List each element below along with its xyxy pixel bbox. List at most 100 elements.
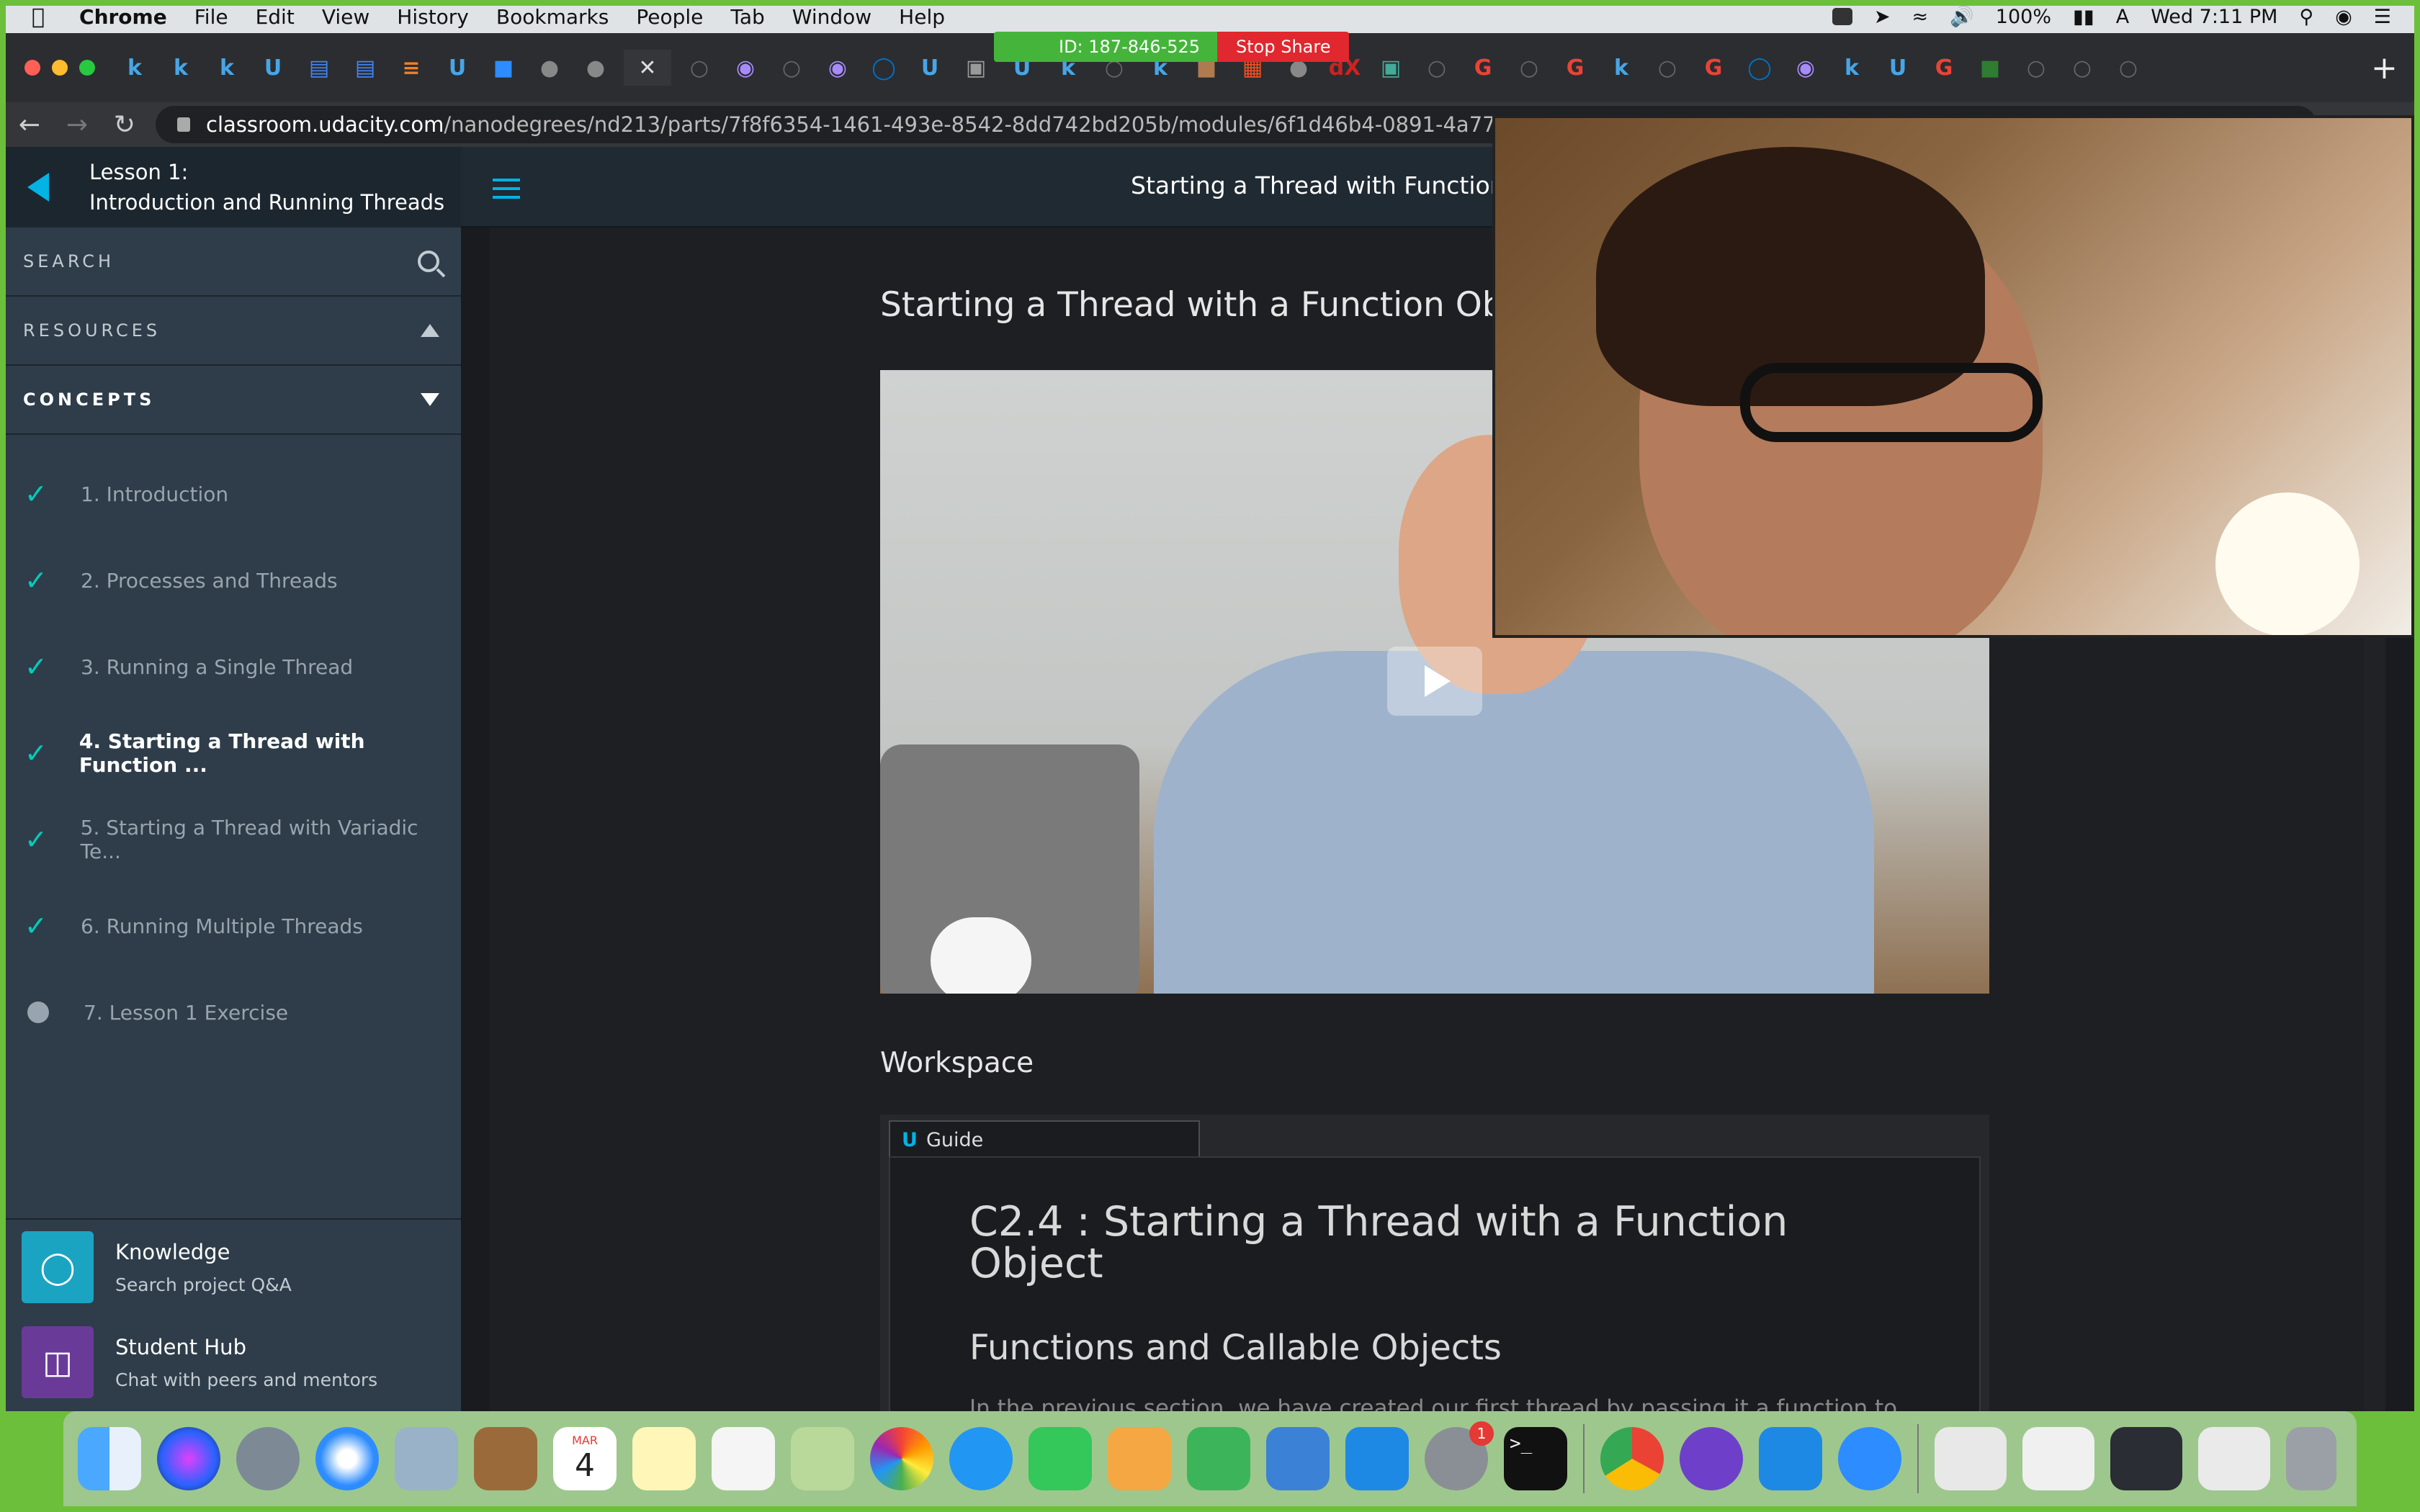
zoom-window-button[interactable] — [79, 60, 95, 76]
menu-people[interactable]: People — [636, 5, 703, 29]
minimized-window-thumbnail[interactable] — [2110, 1427, 2182, 1490]
preview-icon[interactable] — [395, 1427, 458, 1490]
pages-icon[interactable] — [1108, 1427, 1171, 1490]
zoom-status-icon[interactable] — [1832, 8, 1852, 25]
tab-stackoverflow-icon[interactable]: ≡ — [393, 50, 429, 86]
webcam-video-overlay[interactable] — [1492, 115, 2414, 638]
concept-item[interactable]: ✓ 1. Introduction — [6, 451, 461, 537]
concept-item[interactable]: 7. Lesson 1 Exercise — [6, 969, 461, 1056]
tab-khan-icon[interactable]: k — [1603, 50, 1639, 86]
stop-share-button[interactable]: Stop Share — [1217, 32, 1350, 62]
minimized-window-thumbnail[interactable] — [2022, 1427, 2094, 1490]
numbers-icon[interactable] — [1187, 1427, 1250, 1490]
tab-udacity-icon[interactable]: U — [1880, 50, 1916, 86]
tab-github-icon[interactable]: ○ — [1419, 50, 1455, 86]
reminders-icon[interactable] — [712, 1427, 775, 1490]
concept-item[interactable]: ✓ 6. Running Multiple Threads — [6, 883, 461, 969]
menu-help[interactable]: Help — [899, 5, 945, 29]
location-icon[interactable]: ➤ — [1874, 6, 1891, 28]
play-button[interactable] — [1387, 647, 1482, 716]
concept-item[interactable]: ✓ 5. Starting a Thread with Variadic Te.… — [6, 796, 461, 883]
new-tab-button[interactable]: + — [2371, 50, 2398, 86]
student-hub-link[interactable]: ◫ Student Hub Chat with peers and mentor… — [6, 1315, 461, 1410]
concept-item[interactable]: ✓ 3. Running a Single Thread — [6, 624, 461, 710]
expand-down-icon[interactable] — [421, 393, 439, 406]
tab-globe-icon[interactable]: ● — [532, 50, 568, 86]
back-arrow-icon[interactable] — [27, 173, 49, 202]
tab-github-icon[interactable]: ○ — [2018, 50, 2054, 86]
menu-window[interactable]: Window — [792, 5, 871, 29]
guide-tab[interactable]: U Guide — [889, 1120, 1200, 1158]
tab-circle-icon[interactable]: ◉ — [820, 50, 856, 86]
siri-icon[interactable] — [157, 1427, 220, 1490]
tab-circle-icon[interactable]: ◉ — [727, 50, 763, 86]
tab-docs-icon[interactable]: ▤ — [301, 50, 337, 86]
tab-github-icon[interactable]: ○ — [1511, 50, 1547, 86]
tab-google-icon[interactable]: G — [1695, 50, 1731, 86]
menu-chrome[interactable]: Chrome — [79, 5, 167, 29]
knowledge-link[interactable]: ◯ Knowledge Search project Q&A — [6, 1220, 461, 1315]
menu-file[interactable]: File — [194, 5, 228, 29]
contacts-icon[interactable] — [474, 1427, 537, 1490]
tab-udacity-icon[interactable]: U — [439, 50, 475, 86]
volume-icon[interactable]: 🔊 — [1950, 5, 1974, 28]
minimized-window-thumbnail[interactable] — [2198, 1427, 2270, 1490]
lesson-header[interactable]: Lesson 1: Introduction and Running Threa… — [6, 147, 461, 228]
tab-globe-icon[interactable]: ● — [578, 50, 614, 86]
notification-center-icon[interactable]: ☰ — [2374, 6, 2391, 28]
tab-khan-icon[interactable]: k — [1834, 50, 1870, 86]
tab-khan-icon[interactable]: k — [209, 50, 245, 86]
siri-icon[interactable]: ◉ — [2335, 6, 2352, 28]
tab-google-icon[interactable]: G — [1557, 50, 1593, 86]
tab-github-icon[interactable]: ○ — [1649, 50, 1685, 86]
concept-item-active[interactable]: ✓ 4. Starting a Thread with Function ... — [6, 710, 461, 796]
hamburger-menu-icon[interactable] — [493, 179, 520, 204]
input-source-icon[interactable]: A — [2116, 6, 2129, 28]
apple-icon[interactable]:  — [32, 4, 45, 30]
tab-generic-icon[interactable]: ▣ — [958, 50, 994, 86]
app-store-icon[interactable] — [1345, 1427, 1409, 1490]
terminal-icon[interactable]: >_ — [1504, 1427, 1567, 1490]
search-icon[interactable] — [418, 251, 439, 272]
tab-generic-icon[interactable]: ▣ — [1373, 50, 1409, 86]
sidebar-resources[interactable]: RESOURCES — [6, 297, 461, 366]
launchpad-icon[interactable] — [236, 1427, 300, 1490]
tab-docs-icon[interactable]: ▤ — [347, 50, 383, 86]
menu-bookmarks[interactable]: Bookmarks — [496, 5, 609, 29]
trash-icon[interactable] — [2286, 1427, 2336, 1490]
tab-google-icon[interactable]: G — [1926, 50, 1962, 86]
system-preferences-icon[interactable]: 1 — [1425, 1421, 1494, 1490]
tab-khan-icon[interactable]: k — [163, 50, 199, 86]
tab-intel-icon[interactable]: ◯ — [866, 50, 902, 86]
tab-udacity-icon[interactable]: U — [255, 50, 291, 86]
keynote-icon[interactable] — [1266, 1427, 1330, 1490]
finder-icon[interactable] — [78, 1427, 141, 1490]
chrome-icon[interactable] — [1600, 1427, 1664, 1490]
sidebar-search[interactable]: SEARCH — [6, 228, 461, 297]
tab-circle-icon[interactable]: ◉ — [1788, 50, 1824, 86]
tab-green-icon[interactable]: ■ — [1972, 50, 2008, 86]
clock[interactable]: Wed 7:11 PM — [2151, 6, 2277, 28]
tab-github-icon[interactable]: ○ — [2064, 50, 2100, 86]
tab-github-icon[interactable]: ○ — [774, 50, 810, 86]
minimized-window-thumbnail[interactable] — [1935, 1427, 2007, 1490]
menu-edit[interactable]: Edit — [256, 5, 295, 29]
tab-udacity-icon[interactable]: U — [912, 50, 948, 86]
menu-history[interactable]: History — [397, 5, 469, 29]
menu-tab[interactable]: Tab — [730, 5, 764, 29]
forward-icon[interactable]: → — [53, 110, 101, 140]
collapse-up-icon[interactable] — [421, 324, 439, 337]
photos-icon[interactable] — [870, 1427, 933, 1490]
tab-intel-icon[interactable]: ◯ — [1742, 50, 1778, 86]
tab-github-icon[interactable]: ○ — [681, 50, 717, 86]
calendar-icon[interactable]: MAR 4 — [553, 1427, 617, 1490]
wifi-icon[interactable]: ≈ — [1912, 6, 1929, 28]
github-desktop-icon[interactable] — [1680, 1427, 1743, 1490]
minimize-window-button[interactable] — [52, 60, 68, 76]
zoom-icon[interactable] — [1838, 1427, 1901, 1490]
menu-view[interactable]: View — [322, 5, 369, 29]
tab-khan-icon[interactable]: k — [117, 50, 153, 86]
battery-icon[interactable]: ▮▮ — [2073, 6, 2094, 28]
sidebar-concepts[interactable]: CONCEPTS — [6, 366, 461, 435]
safari-icon[interactable] — [315, 1427, 379, 1490]
